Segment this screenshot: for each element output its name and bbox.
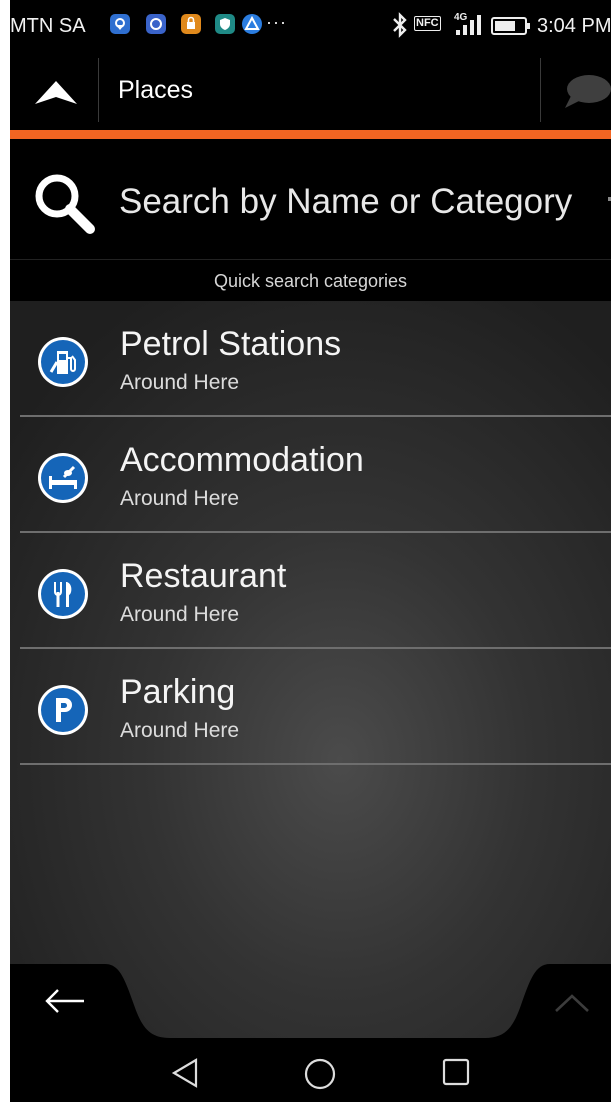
parking-icon (38, 685, 88, 735)
app-header: Places (10, 54, 611, 130)
system-nav-bar (10, 1038, 611, 1102)
status-bar: MTN SA ··· NFC 4G 3:04 PM (10, 0, 611, 54)
maps-icon (242, 14, 262, 34)
category-subtitle: Around Here (120, 719, 240, 742)
battery-icon (491, 17, 530, 35)
category-list: Petrol Stations Around Here Accommodatio… (10, 301, 611, 765)
carrier-name: MTN SA (10, 15, 86, 37)
divider (20, 763, 611, 765)
header-divider (540, 58, 541, 122)
category-title: Petrol Stations (120, 325, 342, 363)
divider (10, 259, 611, 260)
fork-knife-icon (38, 569, 88, 619)
accent-bar (10, 130, 611, 139)
clock: 3:04 PM (537, 15, 611, 37)
search-input[interactable]: Search by Name or Category (119, 182, 572, 222)
category-subtitle: Around Here (120, 487, 240, 510)
nfc-icon: NFC (414, 16, 441, 31)
more-notifications-icon: ··· (266, 12, 287, 32)
search-bar[interactable]: Search by Name or Category (10, 139, 611, 261)
category-item-parking[interactable]: Parking Around Here (10, 649, 611, 765)
app-icon (146, 14, 166, 34)
category-item-petrol-stations[interactable]: Petrol Stations Around Here (10, 301, 611, 417)
category-title: Accommodation (120, 441, 364, 479)
app-screen: MTN SA ··· NFC 4G 3:04 PM Places Search … (10, 0, 611, 1102)
back-arrow-icon[interactable] (44, 988, 86, 1014)
chevron-up-icon[interactable] (554, 993, 590, 1013)
location-icon (110, 14, 130, 34)
toolbar-background (10, 964, 611, 1038)
fuel-pump-icon (38, 337, 88, 387)
back-triangle-icon[interactable] (170, 1057, 200, 1089)
bottom-toolbar (10, 960, 611, 1038)
bluetooth-icon (393, 12, 407, 38)
lock-app-icon (181, 14, 201, 34)
category-title: Restaurant (120, 557, 287, 595)
page-title: Places (118, 76, 194, 104)
signal-icon: 4G (454, 12, 481, 35)
quick-search-header: Quick search categories (10, 261, 611, 301)
category-title: Parking (120, 673, 236, 711)
category-subtitle: Around Here (120, 371, 240, 394)
bed-icon (38, 453, 88, 503)
home-circle-icon[interactable] (303, 1057, 337, 1091)
category-item-accommodation[interactable]: Accommodation Around Here (10, 417, 611, 533)
svg-text:4G: 4G (454, 12, 468, 23)
shield-icon (215, 14, 235, 34)
search-icon (35, 174, 95, 234)
header-divider (98, 58, 99, 122)
speech-bubble-icon[interactable] (561, 74, 611, 110)
navigation-arrow-icon[interactable] (34, 80, 78, 106)
category-subtitle: Around Here (120, 603, 240, 626)
recents-square-icon[interactable] (441, 1057, 471, 1087)
category-item-restaurant[interactable]: Restaurant Around Here (10, 533, 611, 649)
